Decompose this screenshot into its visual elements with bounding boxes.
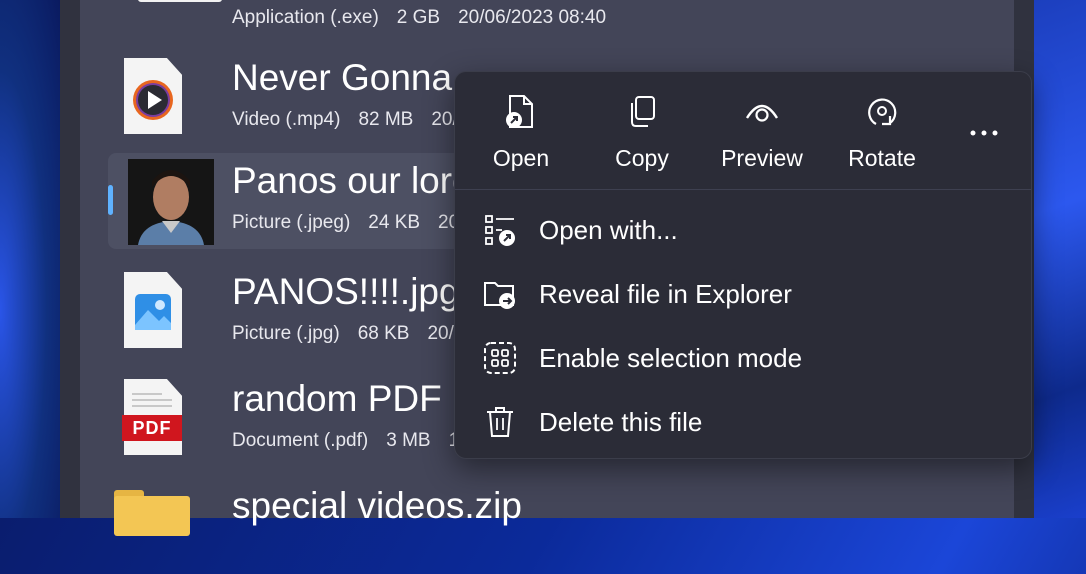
desktop-wallpaper-left [0,0,60,518]
menu-item-selection-mode[interactable]: Enable selection mode [455,328,1031,388]
photo-thumbnail [128,159,214,245]
file-name: special videos.zip [232,485,522,526]
selection-icon [484,342,516,374]
context-menu: Open Copy Preview Rotate Open with... Re… [454,71,1032,459]
preview-button[interactable]: Preview [702,72,822,189]
copy-label: Copy [615,145,669,171]
folder-reveal-icon [484,282,515,309]
file-size: 2 GB [396,7,441,28]
rotate-label: Rotate [848,145,916,171]
video-play-icon [124,58,184,134]
list-item[interactable]: PDF random PDF I Document (.pdf)3 MB1 [108,371,488,467]
file-name: Never Gonna [232,57,453,98]
menu-item-label: Enable selection mode [539,343,803,373]
pdf-icon: PDF [122,379,184,455]
list-item[interactable]: PANOS!!!!.jpg Picture (.jpg) 68 KB 20/0 [108,264,488,360]
file-type: Document (.pdf) [232,430,369,451]
menu-item-reveal-in-explorer[interactable]: Reveal file in Explorer [455,264,1031,324]
selection-indicator [108,185,113,215]
menu-item-label: Open with... [539,215,678,245]
open-with-icon [485,215,515,246]
more-dots-icon[interactable] [965,126,1005,140]
file-size: 3 MB [386,430,431,451]
pdf-badge: PDF [122,415,182,441]
list-item[interactable]: special videos.zip [108,478,522,574]
folder-zip-icon [114,490,192,536]
image-icon [124,272,184,348]
exe-icon [136,0,224,4]
file-size: 82 MB [358,109,414,130]
open-label: Open [492,145,550,171]
desktop-wallpaper-right [1034,0,1086,518]
list-item[interactable]: Never Gonna Video (.mp4) 82 MB 20/ [108,50,488,146]
file-type: Video (.mp4) [232,109,341,130]
menu-item-delete-file[interactable]: Delete this file [455,392,1031,452]
file-type: Picture (.jpeg) [232,212,351,233]
menu-item-label: Delete this file [539,407,703,437]
preview-label: Preview [721,145,803,171]
file-type: Picture (.jpg) [232,323,340,344]
eye-icon [745,104,779,122]
file-size: 24 KB [368,212,421,233]
copy-icon [631,96,655,127]
list-item[interactable]: Application (.exe) 2 GB 20/06/2023 08:40 [108,0,606,52]
rotate-icon [868,98,897,126]
file-name: random PDF I [232,378,463,419]
menu-divider [455,189,1031,190]
file-type: Application (.exe) [232,7,379,28]
rotate-button[interactable]: Rotate [822,72,942,189]
file-date: 20/06/2023 08:40 [458,7,607,28]
file-size: 68 KB [357,323,410,344]
copy-button[interactable]: Copy [582,72,702,189]
menu-item-label: Reveal file in Explorer [539,279,792,309]
menu-item-open-with[interactable]: Open with... [455,200,1031,260]
trash-icon [487,407,513,437]
open-button[interactable]: Open [461,72,581,189]
file-name: Panos our lord [232,160,473,201]
open-file-icon [506,95,533,128]
file-name: PANOS!!!!.jpg [232,271,460,312]
